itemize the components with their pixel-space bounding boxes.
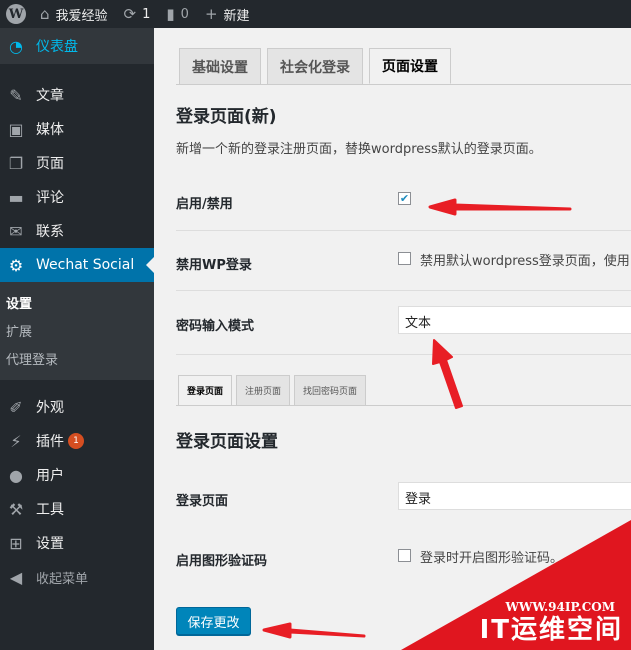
annotation-arrows [262,198,572,639]
arrow-enable [428,198,572,216]
arrow-save [262,622,366,639]
arrow-password-mode [432,339,463,409]
